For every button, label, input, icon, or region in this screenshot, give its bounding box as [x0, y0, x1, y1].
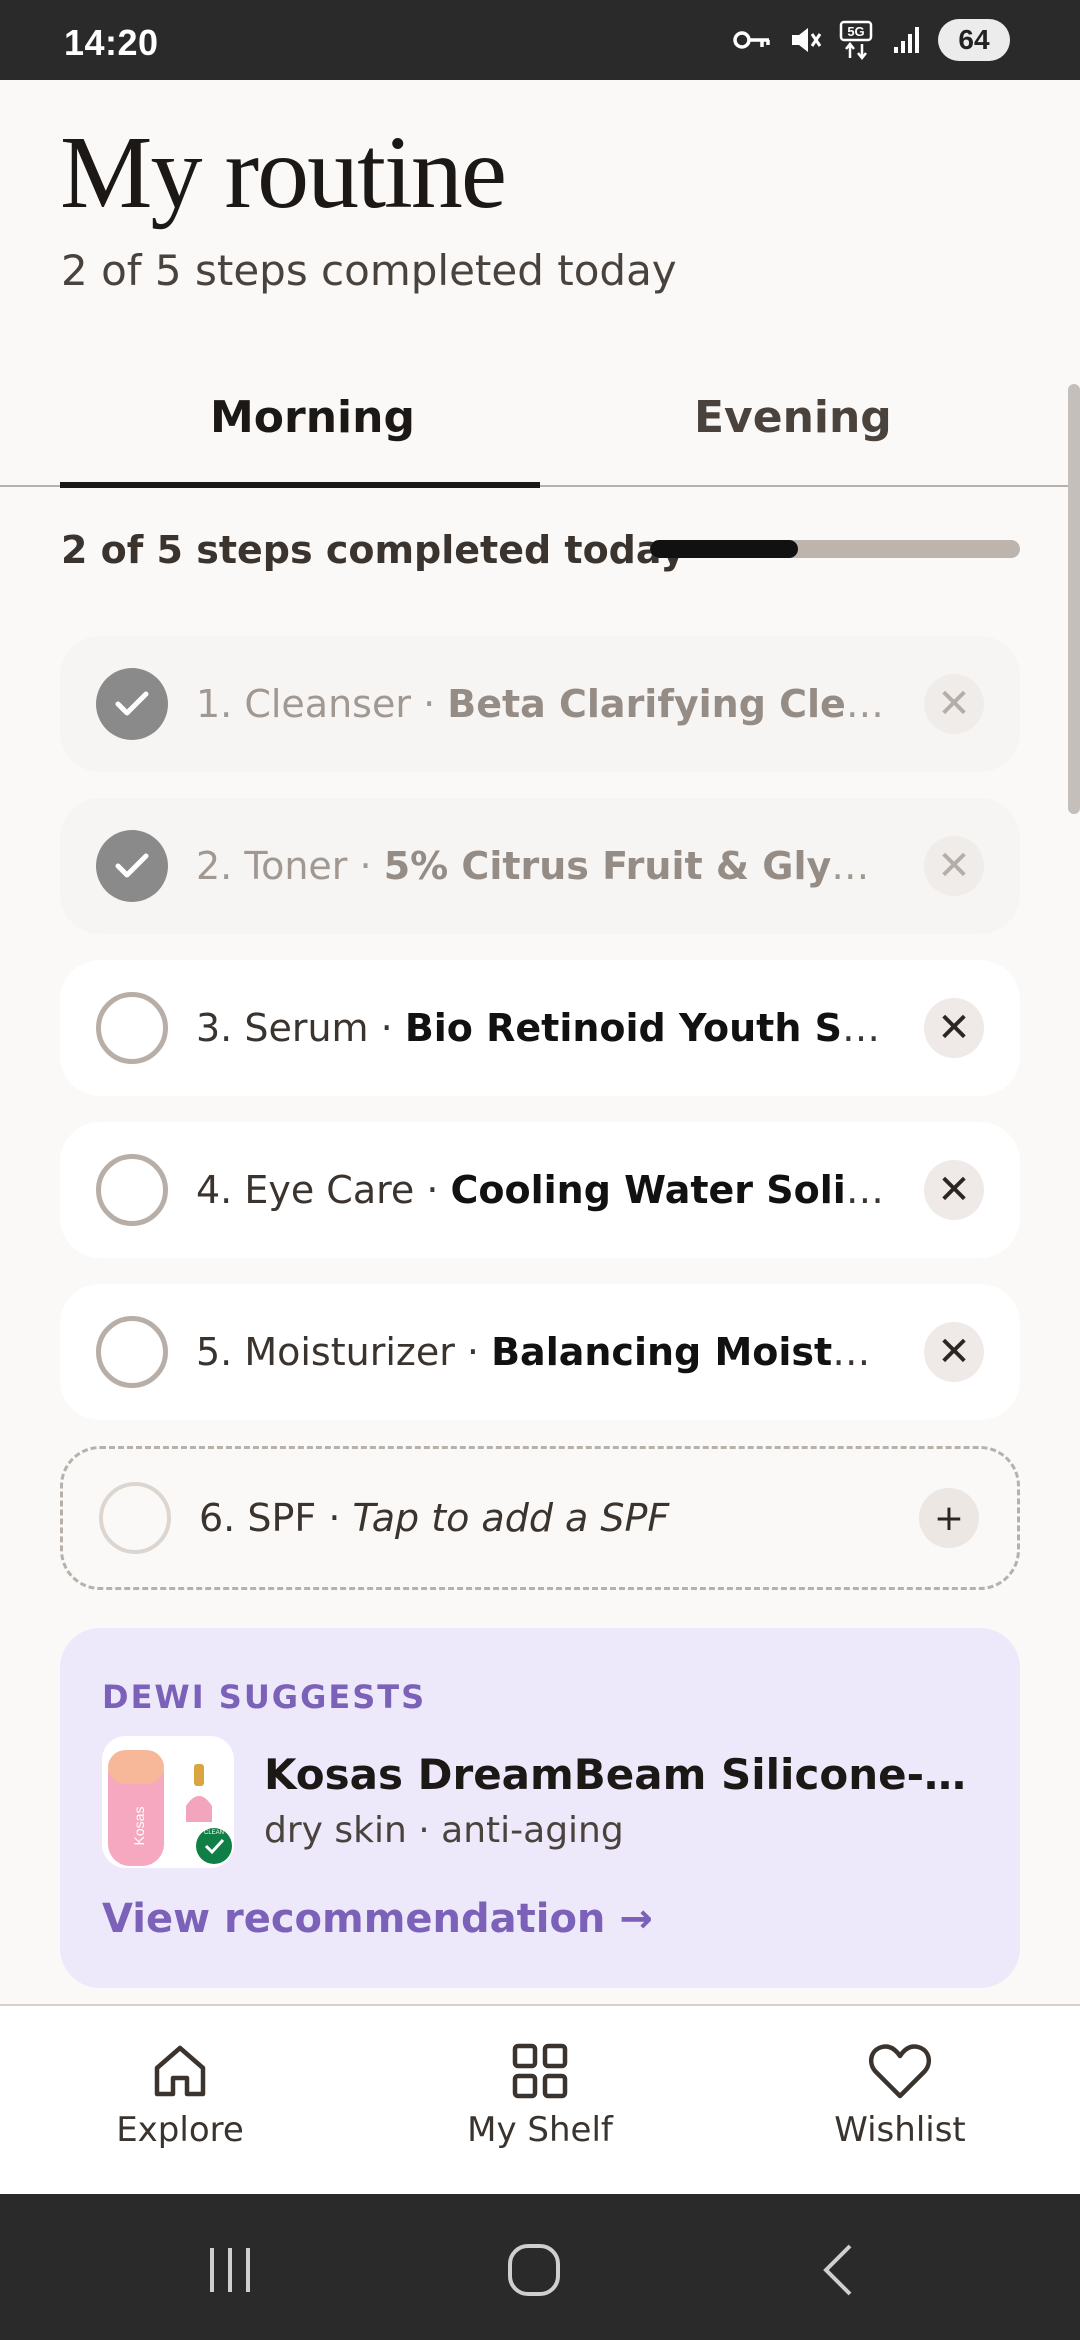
close-icon: ✕ [937, 681, 971, 727]
progress-bar [650, 540, 1020, 558]
signal-icon [894, 27, 919, 53]
active-tab-indicator [60, 482, 540, 488]
close-icon: ✕ [937, 1329, 971, 1375]
routine-step[interactable]: 4. Eye Care · Cooling Water Solid ... ✕ [60, 1122, 1020, 1258]
step-product: Bio Retinoid Youth Ser... [404, 1006, 886, 1050]
step-checkbox[interactable] [96, 992, 168, 1064]
step-text: 4. Eye Care · Cooling Water Solid ... [196, 1168, 886, 1212]
scrollbar[interactable] [1068, 384, 1080, 814]
bottom-nav: Explore My Shelf Wishlist [0, 2006, 1080, 2194]
home-icon [154, 2045, 206, 2097]
step-separator: · [410, 682, 448, 726]
remove-step-button[interactable]: ✕ [924, 1322, 984, 1382]
empty-step-circle [99, 1482, 171, 1554]
routine-step[interactable]: 5. Moisturizer · Balancing Moisturi... ✕ [60, 1284, 1020, 1420]
product-brand-text: Kosas [131, 1807, 147, 1846]
remove-step-button[interactable]: ✕ [924, 836, 984, 896]
step-separator: · [414, 1168, 451, 1212]
step-product: Balancing Moisturi... [491, 1330, 886, 1374]
view-recommendation-link[interactable]: View recommendation → [102, 1896, 653, 1942]
tab-morning[interactable]: Morning [210, 392, 415, 443]
product-thumbnail: Kosas CLEAN [102, 1736, 234, 1868]
step-text: 5. Moisturizer · Balancing Moisturi... [196, 1330, 886, 1374]
system-nav-bar [0, 2194, 1080, 2340]
checkmark-icon [115, 853, 149, 878]
grid-icon [512, 2043, 568, 2099]
add-step-button[interactable]: + [919, 1488, 979, 1548]
step-checkbox[interactable] [96, 830, 168, 902]
close-icon: ✕ [937, 843, 971, 889]
routine-step[interactable]: 3. Serum · Bio Retinoid Youth Ser... ✕ [60, 960, 1020, 1096]
product-image: Kosas CLEAN [102, 1736, 234, 1868]
step-name: 3. Serum [196, 1006, 369, 1050]
plus-icon: + [933, 1497, 965, 1539]
svg-text:5G: 5G [847, 24, 864, 39]
recent-apps-icon[interactable] [200, 2242, 260, 2298]
step-name: 4. Eye Care [196, 1168, 415, 1212]
close-icon: ✕ [937, 1005, 971, 1051]
nav-label: My Shelf [467, 2110, 613, 2150]
tab-evening[interactable]: Evening [694, 392, 892, 443]
step-separator: · [368, 1006, 405, 1050]
step-text: 1. Cleanser · Beta Clarifying Clean... [196, 682, 886, 726]
step-name: 6. SPF [199, 1496, 317, 1540]
status-time: 14:20 [64, 22, 159, 63]
nav-explore[interactable]: Explore [30, 2040, 330, 2150]
step-product: Cooling Water Solid ... [450, 1168, 886, 1212]
step-separator: · [316, 1496, 353, 1540]
battery-indicator: 64 [938, 19, 1010, 61]
nav-wishlist[interactable]: Wishlist [750, 2040, 1050, 2150]
add-step-hint: Tap to add a SPF [352, 1496, 670, 1540]
step-name: 2. Toner [196, 844, 348, 888]
close-icon: ✕ [937, 1167, 971, 1213]
network-5g-icon: 5G [839, 20, 873, 60]
step-separator: · [454, 1330, 492, 1374]
progress-bar-fill [650, 540, 798, 558]
checkmark-icon [115, 691, 149, 716]
step-text: 3. Serum · Bio Retinoid Youth Ser... [196, 1006, 886, 1050]
step-text: 6. SPF · Tap to add a SPF [199, 1496, 889, 1540]
home-button-icon[interactable] [506, 2242, 562, 2298]
nav-my-shelf[interactable]: My Shelf [390, 2040, 690, 2150]
clean-badge-text: CLEAN [204, 1830, 224, 1836]
vpn-key-icon [733, 31, 770, 49]
routine-step[interactable]: 2. Toner · 5% Citrus Fruit & Glyco... ✕ [60, 798, 1020, 934]
step-name: 1. Cleanser [196, 682, 411, 726]
status-bar: 14:20 5G 64 [0, 0, 1080, 80]
step-name: 5. Moisturizer [196, 1330, 455, 1374]
suggestion-label: DEWI SUGGESTS [102, 1678, 427, 1716]
progress-label: 2 of 5 steps completed today [61, 528, 686, 572]
remove-step-button[interactable]: ✕ [924, 998, 984, 1058]
step-product: 5% Citrus Fruit & Glyco... [383, 844, 886, 888]
remove-step-button[interactable]: ✕ [924, 674, 984, 734]
back-icon[interactable] [818, 2242, 858, 2298]
step-product: Beta Clarifying Clean... [447, 682, 886, 726]
step-text: 2. Toner · 5% Citrus Fruit & Glyco... [196, 844, 886, 888]
nav-label: Wishlist [834, 2110, 966, 2150]
heart-icon [868, 2044, 932, 2099]
step-checkbox[interactable] [96, 1154, 168, 1226]
mute-icon [792, 28, 822, 52]
suggestion-card[interactable]: DEWI SUGGESTS Kosas CLEAN Kosas DreamBea… [60, 1628, 1020, 1988]
step-checkbox[interactable] [96, 1316, 168, 1388]
suggested-product-name: Kosas DreamBeam Silicone-Free ... [264, 1750, 984, 1799]
nav-label: Explore [116, 2110, 244, 2150]
step-separator: · [347, 844, 384, 888]
step-checkbox[interactable] [96, 668, 168, 740]
status-icons: 5G 64 [732, 18, 1010, 62]
add-step-slot[interactable]: 6. SPF · Tap to add a SPF + [60, 1446, 1020, 1590]
page-title: My routine [60, 115, 507, 230]
routine-step[interactable]: 1. Cleanser · Beta Clarifying Clean... ✕ [60, 636, 1020, 772]
suggested-product-tags: dry skin · anti-aging [264, 1810, 624, 1851]
page-subtitle: 2 of 5 steps completed today [61, 246, 677, 295]
remove-step-button[interactable]: ✕ [924, 1160, 984, 1220]
